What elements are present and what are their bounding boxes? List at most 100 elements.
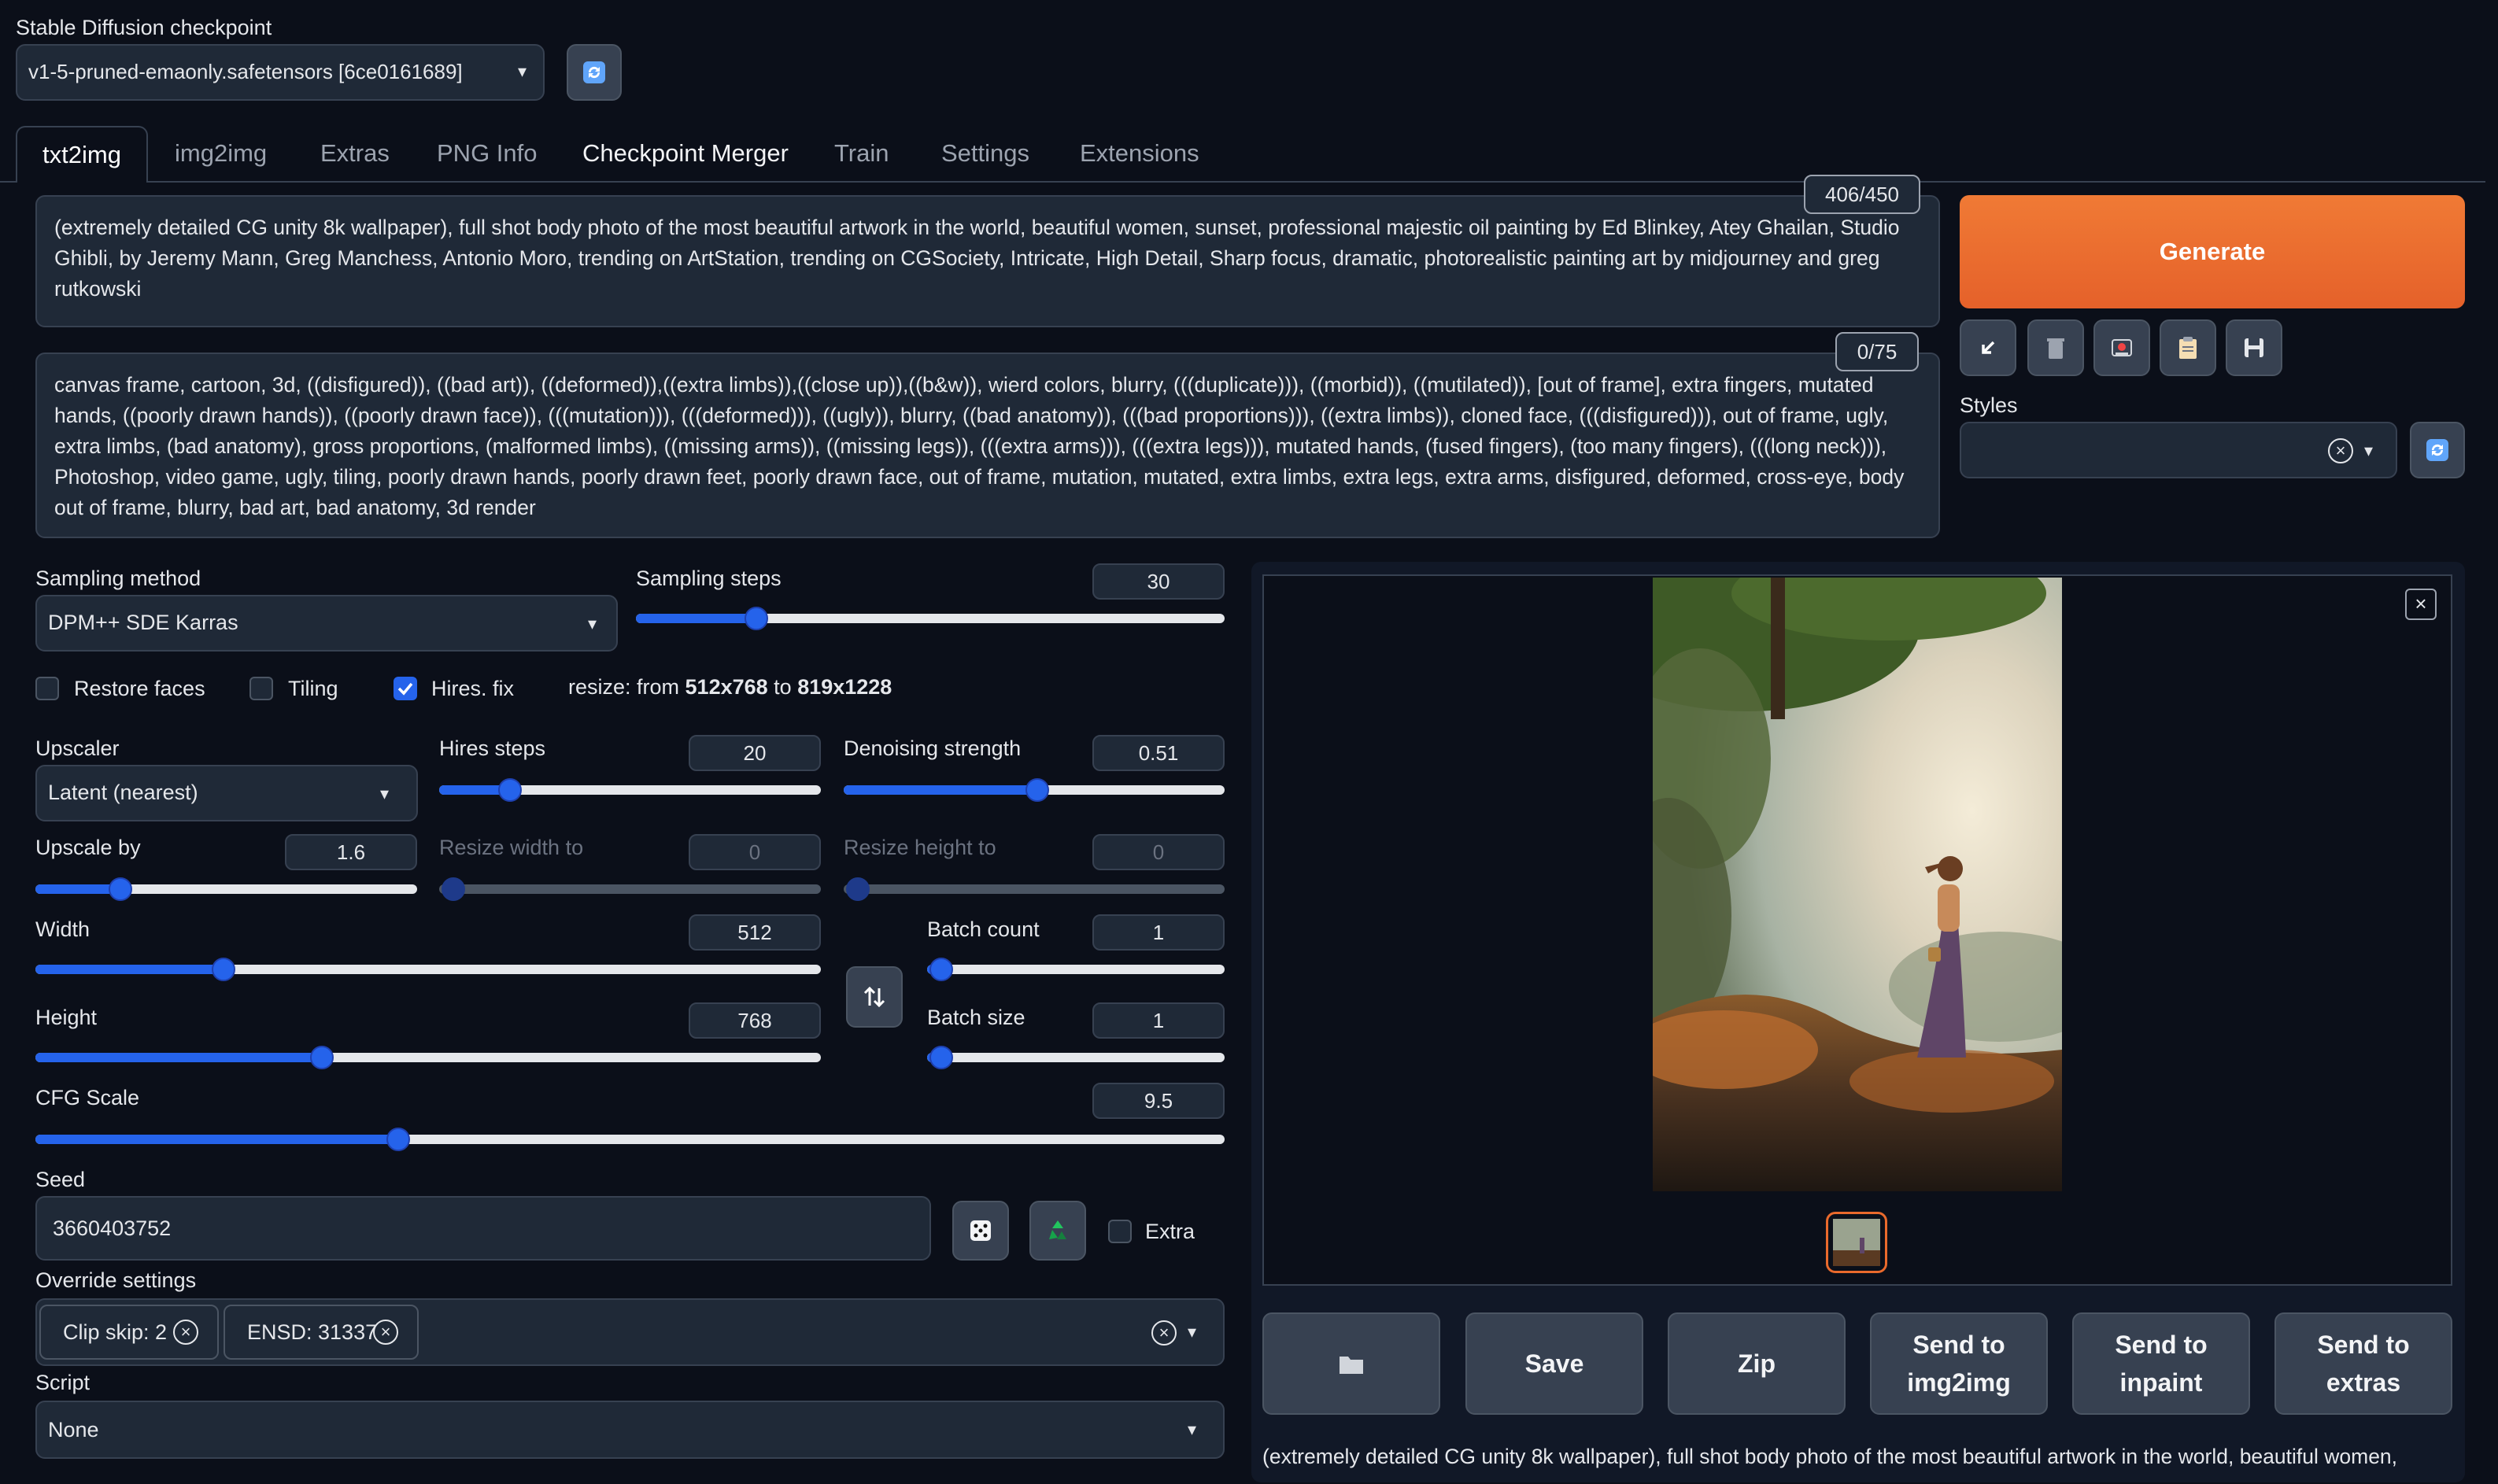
- resize-height-slider[interactable]: [844, 877, 1225, 901]
- swap-dimensions-button[interactable]: [846, 966, 903, 1028]
- upscale-by-input[interactable]: 1.6: [285, 834, 417, 870]
- denoising-strength-label: Denoising strength: [844, 736, 1022, 760]
- remove-chip-icon[interactable]: ×: [173, 1320, 198, 1345]
- random-seed-button[interactable]: [952, 1201, 1009, 1261]
- sampling-method-select[interactable]: DPM++ SDE Karras ▾: [35, 595, 618, 652]
- close-gallery-icon[interactable]: ×: [2405, 589, 2437, 620]
- width-input[interactable]: 512: [689, 914, 821, 951]
- height-label: Height: [35, 1006, 98, 1029]
- slider-thumb[interactable]: [846, 877, 870, 901]
- show-extra-networks-button[interactable]: [2093, 319, 2150, 376]
- prompt-textarea[interactable]: (extremely detailed CG unity 8k wallpape…: [35, 195, 1940, 327]
- button-line: extras: [2326, 1368, 2401, 1397]
- tab-img2img[interactable]: img2img: [175, 126, 267, 181]
- slider-thumb[interactable]: [386, 1128, 410, 1151]
- generated-image[interactable]: [1653, 578, 2062, 1191]
- upscaler-select[interactable]: Latent (nearest) ▾: [35, 765, 418, 821]
- tab-settings[interactable]: Settings: [941, 126, 1029, 181]
- restore-faces-label: Restore faces: [74, 677, 205, 700]
- slider-thumb[interactable]: [929, 1046, 953, 1069]
- sampling-steps-label: Sampling steps: [636, 567, 782, 590]
- tab-checkpoint-merger[interactable]: Checkpoint Merger: [582, 126, 789, 181]
- tab-txt2img[interactable]: txt2img: [16, 126, 148, 183]
- chip-label: Clip skip: 2: [63, 1320, 168, 1344]
- reuse-seed-button[interactable]: [1029, 1201, 1086, 1261]
- generation-info-text: (extremely detailed CG unity 8k wallpape…: [1262, 1445, 2398, 1468]
- read-params-button[interactable]: [1960, 319, 2016, 376]
- script-value: None: [48, 1418, 99, 1442]
- slider-thumb[interactable]: [497, 778, 522, 802]
- save-style-button[interactable]: [2226, 319, 2282, 376]
- clear-styles-icon[interactable]: ×: [2328, 438, 2353, 463]
- slider-thumb[interactable]: [108, 877, 132, 901]
- cfg-scale-input[interactable]: 9.5: [1092, 1083, 1225, 1119]
- tab-train[interactable]: Train: [834, 126, 889, 181]
- slider-thumb[interactable]: [442, 877, 465, 901]
- styles-select[interactable]: × ▾: [1960, 422, 2397, 478]
- gallery-thumbnail[interactable]: [1826, 1212, 1887, 1273]
- denoising-strength-input[interactable]: 0.51: [1092, 735, 1225, 771]
- height-input[interactable]: 768: [689, 1002, 821, 1039]
- chevron-down-icon: ▾: [588, 614, 597, 633]
- denoising-strength-slider[interactable]: [844, 778, 1225, 802]
- tiling-checkbox[interactable]: [249, 677, 273, 700]
- zip-button[interactable]: Zip: [1668, 1312, 1846, 1415]
- slider-thumb[interactable]: [1025, 778, 1050, 802]
- remove-chip-icon[interactable]: ×: [373, 1320, 398, 1345]
- recycle-icon: [1049, 1220, 1066, 1239]
- script-select[interactable]: None ▾: [35, 1401, 1225, 1459]
- generate-button[interactable]: Generate: [1960, 195, 2465, 308]
- tab-divider: [148, 181, 2485, 183]
- chevron-down-icon: ▾: [1188, 1419, 1197, 1439]
- sampling-steps-slider[interactable]: [636, 607, 1225, 630]
- script-label: Script: [35, 1371, 91, 1394]
- batch-size-label: Batch size: [927, 1006, 1025, 1029]
- slider-thumb[interactable]: [745, 607, 769, 630]
- chevron-down-icon: ▾: [1188, 1322, 1197, 1342]
- send-to-inpaint-button[interactable]: Send to inpaint: [2072, 1312, 2250, 1415]
- send-to-img2img-button[interactable]: Send to img2img: [1870, 1312, 2048, 1415]
- override-chip-ensd[interactable]: ENSD: 31337 ×: [224, 1305, 419, 1360]
- hires-fix-checkbox[interactable]: [394, 677, 417, 700]
- slider-thumb[interactable]: [929, 958, 953, 981]
- batch-count-input[interactable]: 1: [1092, 914, 1225, 951]
- styles-label: Styles: [1960, 393, 2018, 417]
- tab-extensions[interactable]: Extensions: [1080, 126, 1199, 181]
- refresh-styles-button[interactable]: [2410, 422, 2465, 478]
- width-slider[interactable]: [35, 958, 821, 981]
- seed-input[interactable]: 3660403752: [35, 1196, 931, 1261]
- clear-prompt-button[interactable]: [2027, 319, 2084, 376]
- tiling-label: Tiling: [288, 677, 338, 700]
- batch-size-slider[interactable]: [927, 1046, 1225, 1069]
- upscale-by-slider[interactable]: [35, 877, 417, 901]
- hires-steps-input[interactable]: 20: [689, 735, 821, 771]
- tab-extras[interactable]: Extras: [320, 126, 390, 181]
- save-button[interactable]: Save: [1465, 1312, 1643, 1415]
- extra-seed-checkbox[interactable]: [1108, 1220, 1132, 1243]
- batch-count-slider[interactable]: [927, 958, 1225, 981]
- resize-width-input[interactable]: 0: [689, 834, 821, 870]
- slider-thumb[interactable]: [310, 1046, 334, 1069]
- refresh-checkpoint-button[interactable]: [567, 44, 622, 101]
- sampling-steps-input[interactable]: 30: [1092, 563, 1225, 600]
- apply-styles-button[interactable]: [2160, 319, 2216, 376]
- override-chip-clip-skip[interactable]: Clip skip: 2 ×: [39, 1305, 219, 1360]
- batch-size-input[interactable]: 1: [1092, 1002, 1225, 1039]
- folder-icon: [1340, 1357, 1363, 1374]
- resize-width-slider[interactable]: [439, 877, 821, 901]
- open-folder-button[interactable]: [1262, 1312, 1440, 1415]
- cfg-scale-slider[interactable]: [35, 1128, 1225, 1151]
- send-to-extras-button[interactable]: Send to extras: [2274, 1312, 2452, 1415]
- clear-overrides-icon[interactable]: ×: [1151, 1320, 1177, 1346]
- hires-steps-slider[interactable]: [439, 778, 821, 802]
- button-line: Send to: [2115, 1331, 2208, 1359]
- height-slider[interactable]: [35, 1046, 821, 1069]
- checkmark-icon: [397, 682, 413, 696]
- tab-png-info[interactable]: PNG Info: [437, 126, 538, 181]
- resize-height-input[interactable]: 0: [1092, 834, 1225, 870]
- checkpoint-select[interactable]: v1-5-pruned-emaonly.safetensors [6ce0161…: [16, 44, 545, 101]
- restore-faces-checkbox[interactable]: [35, 677, 59, 700]
- seed-value: 3660403752: [53, 1216, 172, 1240]
- slider-thumb[interactable]: [212, 958, 236, 981]
- negative-prompt-textarea[interactable]: canvas frame, cartoon, 3d, ((disfigured)…: [35, 353, 1940, 538]
